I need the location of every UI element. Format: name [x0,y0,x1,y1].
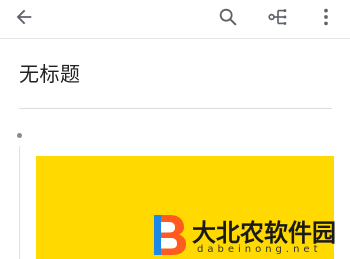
outline-guide-line [19,146,20,259]
mind-map-icon [268,9,287,25]
watermark: 大北农软件园 dabeinong.net [150,211,350,259]
watermark-logo-icon [154,215,186,255]
search-icon [219,8,237,26]
mind-map-button[interactable] [263,2,293,32]
bullet-dot-icon[interactable] [17,133,22,138]
back-button[interactable] [9,2,39,32]
title-divider [19,108,332,109]
watermark-name: 大北农软件园 [192,219,336,247]
more-vert-icon [324,8,328,26]
more-options-button[interactable] [311,2,341,32]
document-title[interactable]: 无标题 [19,62,81,86]
search-button[interactable] [213,2,243,32]
top-app-bar [0,0,350,34]
watermark-domain: dabeinong.net [197,244,322,255]
arrow-back-icon [16,9,32,25]
note-editor-screen: 无标题 大北农软件园 dabeinong.net [0,0,350,259]
app-bar-divider [0,38,350,39]
